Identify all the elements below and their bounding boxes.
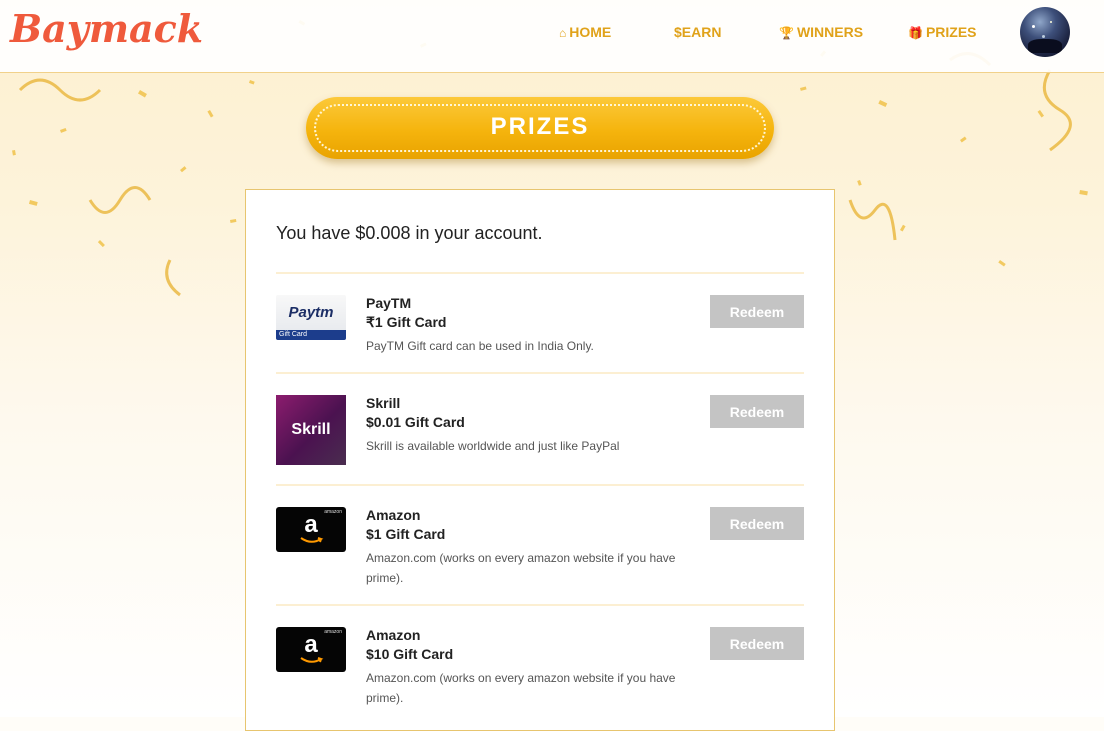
divider: [276, 272, 804, 274]
paytm-logo-text: Paytm: [288, 304, 334, 321]
prize-description: Amazon.com (works on every amazon websit…: [366, 671, 676, 705]
prize-description: Skrill is available worldwide and just l…: [366, 439, 620, 453]
amazon-logo-text: a: [304, 511, 318, 538]
amazon-logo: amazon a: [276, 507, 346, 552]
prize-value: $10 Gift Card: [366, 646, 454, 662]
prize-value: ₹1 Gift Card: [366, 314, 447, 330]
user-avatar[interactable]: [1020, 7, 1070, 57]
prize-description: Amazon.com (works on every amazon websit…: [366, 551, 676, 585]
divider: [276, 604, 804, 606]
prize-name: Amazon: [366, 507, 421, 523]
divider: [276, 372, 804, 374]
redeem-button[interactable]: Redeem: [710, 507, 804, 540]
account-balance: You have $0.008 in your account.: [276, 223, 543, 243]
gift-icon: 🎁: [908, 26, 923, 40]
nav-home[interactable]: ⌂ HOME: [559, 24, 611, 40]
trophy-icon: 🏆: [779, 26, 794, 40]
prize-value: $0.01 Gift Card: [366, 414, 465, 430]
nav-home-label: HOME: [569, 24, 612, 40]
amazon-smile-icon: [300, 537, 324, 543]
nav-earn-label: EARN: [681, 24, 722, 40]
paytm-logo-caption: Gift Card: [279, 331, 308, 338]
nav-winners[interactable]: 🏆 WINNERS: [779, 24, 863, 40]
divider: [276, 484, 804, 486]
top-navbar: Baymack ⌂ HOME $EARN 🏆 WINNERS 🎁 PRIZES: [0, 0, 1104, 73]
prizes-banner: PRIZES: [306, 97, 774, 159]
prize-name: Amazon: [366, 627, 421, 643]
redeem-button[interactable]: Redeem: [710, 627, 804, 660]
redeem-button[interactable]: Redeem: [710, 395, 804, 428]
nav-prizes-label: PRIZES: [925, 24, 977, 40]
skrill-logo-text: Skrill: [291, 421, 331, 438]
nav-earn[interactable]: $EARN: [674, 24, 721, 40]
redeem-button[interactable]: Redeem: [710, 295, 804, 328]
amazon-smile-icon: [300, 657, 324, 663]
skrill-logo: Skrill: [276, 395, 346, 465]
nav-winners-label: WINNERS: [796, 24, 864, 40]
amazon-logo-text: a: [304, 631, 318, 658]
paytm-logo: Paytm Gift Card: [276, 295, 346, 340]
prize-description: PayTM Gift card can be used in India Onl…: [366, 339, 594, 353]
prize-value: $1 Gift Card: [366, 526, 446, 542]
page-title: PRIZES: [490, 113, 590, 140]
home-icon: ⌂: [559, 26, 567, 40]
prizes-card: You have $0.008 in your account. Paytm G…: [245, 189, 835, 731]
dollar-icon: $: [674, 24, 682, 40]
amazon-logo: amazon a: [276, 627, 346, 672]
prize-name: Skrill: [366, 395, 401, 411]
prize-name: PayTM: [366, 295, 412, 311]
baymack-logo[interactable]: Baymack: [10, 6, 203, 51]
nav-prizes[interactable]: 🎁 PRIZES: [908, 24, 977, 40]
